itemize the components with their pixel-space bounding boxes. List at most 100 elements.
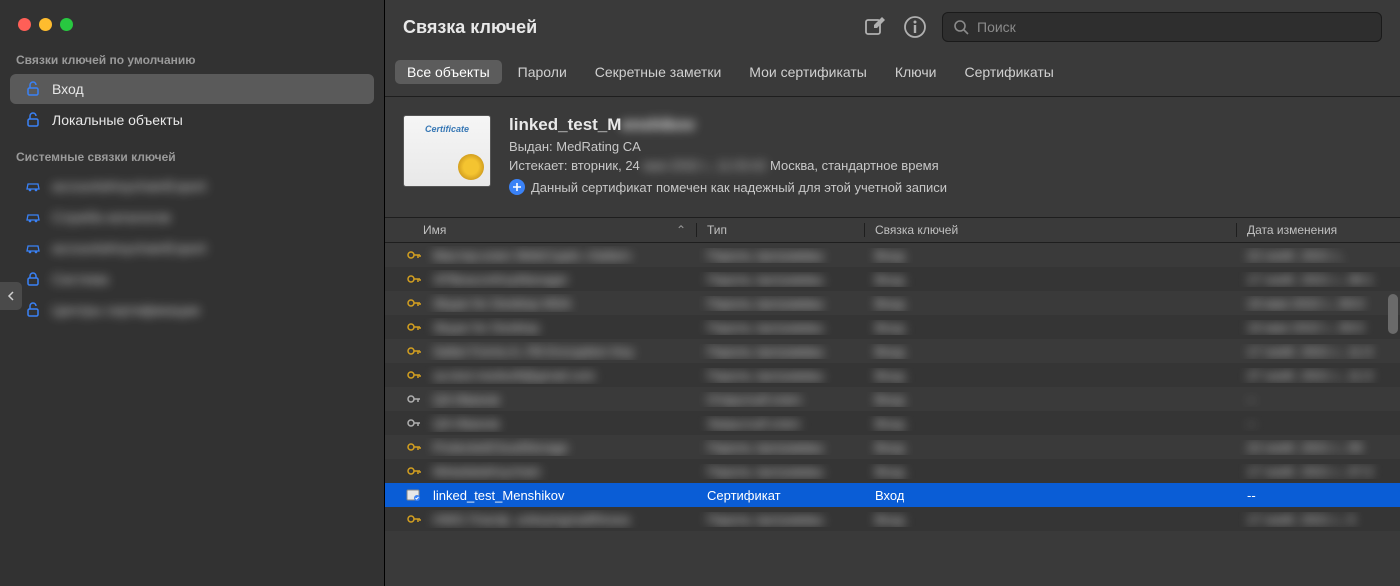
row-date: 27 нояб. 2021 г., 11:3 bbox=[1247, 368, 1372, 383]
row-keychain: Вход bbox=[875, 320, 904, 335]
row-keychain: Вход bbox=[875, 464, 904, 479]
table-row[interactable]: linked_test_MenshikovСертификатВход-- bbox=[385, 483, 1400, 507]
row-type: Закрытый ключ bbox=[707, 416, 800, 431]
privkey-icon bbox=[405, 414, 423, 432]
row-keychain: Вход bbox=[875, 296, 904, 311]
row-date: 19 мая 2022 г., 09:0 bbox=[1247, 320, 1364, 335]
key-icon bbox=[405, 366, 423, 384]
row-type: Пароль программы bbox=[707, 368, 824, 383]
cert-name: linked_test_Menshikov bbox=[509, 115, 947, 135]
row-date: 22 нояб. 2021 г., bbox=[1247, 248, 1344, 263]
sidebar-item-label: Локальные объекты bbox=[52, 112, 183, 128]
table-header: Имя ⌃ Тип Связка ключей Дата изменения bbox=[385, 217, 1400, 243]
row-date: -- bbox=[1247, 392, 1256, 407]
sidebar-item[interactable]: accountsKeychainExport bbox=[10, 233, 374, 263]
key-icon bbox=[405, 438, 423, 456]
sidebar-section-default: Связки ключей по умолчанию bbox=[0, 45, 384, 73]
col-name[interactable]: Имя ⌃ bbox=[385, 223, 697, 237]
sidebar-item-label: Вход bbox=[52, 81, 84, 97]
search-input[interactable] bbox=[977, 19, 1371, 35]
search-field[interactable] bbox=[942, 12, 1382, 42]
col-type[interactable]: Тип bbox=[697, 223, 865, 237]
sidebar-item[interactable]: Вход bbox=[10, 74, 374, 104]
row-type: Пароль программы bbox=[707, 248, 824, 263]
row-date: 17 нояб. 2021 г., 07:2 bbox=[1247, 464, 1373, 479]
table-row[interactable]: XPBeaconKeyManagerПароль программыВход17… bbox=[385, 267, 1400, 291]
table-row[interactable]: HWG Платф. unkeying/saltResea Пароль прог… bbox=[385, 507, 1400, 531]
row-name: MetadataKeychain bbox=[433, 464, 541, 479]
sidebar-item-label: Система bbox=[52, 271, 108, 287]
car-icon bbox=[24, 239, 42, 257]
row-type: Сертификат bbox=[707, 488, 781, 503]
info-icon[interactable] bbox=[902, 14, 928, 40]
sidebar-collapse[interactable] bbox=[0, 282, 22, 310]
window-title: Связка ключей bbox=[403, 17, 848, 38]
row-keychain: Вход bbox=[875, 248, 904, 263]
row-name: XPBeaconKeyManager bbox=[433, 272, 568, 287]
row-date: -- bbox=[1247, 488, 1256, 503]
table-row[interactable]: ProtectedCloudStorageПароль программыВхо… bbox=[385, 435, 1400, 459]
lock-open-icon bbox=[24, 301, 42, 319]
sort-indicator-icon: ⌃ bbox=[676, 223, 686, 237]
sidebar-item[interactable]: Центры сертификации bbox=[10, 295, 374, 325]
table-row[interactable]: Skype for Desktop MSAПароль программыВхо… bbox=[385, 291, 1400, 315]
sidebar-item[interactable]: Служба каталогов bbox=[10, 202, 374, 232]
row-type: Пароль программы bbox=[707, 344, 824, 359]
row-name: QA Иванов bbox=[433, 416, 499, 431]
main-panel: Связка ключей Все объектыПаролиСекретные… bbox=[385, 0, 1400, 586]
row-keychain: Вход bbox=[875, 416, 904, 431]
table-row[interactable]: Мастер-ключ WebCrypto «Safari»Пароль про… bbox=[385, 243, 1400, 267]
cert-trust-status: Данный сертификат помечен как надежный д… bbox=[509, 179, 947, 195]
table-body: Мастер-ключ WebCrypto «Safari»Пароль про… bbox=[385, 243, 1400, 586]
tab[interactable]: Пароли bbox=[506, 60, 579, 84]
row-date: 22 нояб. 2021 г., 09 bbox=[1247, 440, 1362, 455]
table-row[interactable]: Skype for DesktopПароль программыВход19 … bbox=[385, 315, 1400, 339]
certificate-icon bbox=[403, 115, 491, 187]
tab[interactable]: Мои сертификаты bbox=[737, 60, 879, 84]
category-tabs: Все объектыПаролиСекретные заметкиМои се… bbox=[385, 54, 1400, 96]
scrollbar[interactable] bbox=[1388, 294, 1398, 334]
row-keychain: Вход bbox=[875, 344, 904, 359]
key-icon bbox=[405, 318, 423, 336]
sidebar-item[interactable]: Система bbox=[10, 264, 374, 294]
table-row[interactable]: MetadataKeychain Пароль программы Вход 17 н… bbox=[385, 459, 1400, 483]
tab[interactable]: Все объекты bbox=[395, 60, 502, 84]
tab[interactable]: Сертификаты bbox=[952, 60, 1065, 84]
col-modified[interactable]: Дата изменения bbox=[1237, 223, 1400, 237]
close-window[interactable] bbox=[18, 18, 31, 31]
minimize-window[interactable] bbox=[39, 18, 52, 31]
certificate-detail: linked_test_Menshikov Выдан: MedRating C… bbox=[385, 97, 1400, 217]
row-type: Пароль программы bbox=[707, 464, 824, 479]
row-date: 17 нояб. 2021 г., 5 bbox=[1247, 512, 1355, 527]
sidebar-item-label: accountsKeychainExport bbox=[52, 240, 206, 256]
sidebar-item-label: Центры сертификации bbox=[52, 302, 200, 318]
sidebar-item[interactable]: accountsKeychainExport bbox=[10, 171, 374, 201]
row-name: Skype for Desktop bbox=[433, 320, 539, 335]
sidebar-section-system: Системные связки ключей bbox=[0, 142, 384, 170]
sidebar-item[interactable]: Локальные объекты bbox=[10, 105, 374, 135]
sidebar: Связки ключей по умолчанию Вход Локальные… bbox=[0, 0, 385, 586]
row-keychain: Вход bbox=[875, 272, 904, 287]
car-icon bbox=[24, 177, 42, 195]
window-controls bbox=[0, 8, 384, 45]
table-row[interactable]: sa-test-medsoft@gmail.comПароль программ… bbox=[385, 363, 1400, 387]
row-name: HWG Платф. unkeying/saltResea bbox=[433, 512, 630, 527]
table-row[interactable]: QA ИвановЗакрытый ключВход-- bbox=[385, 411, 1400, 435]
key-icon bbox=[405, 294, 423, 312]
table-row[interactable]: Safari Forms A..FB Encryption Key Пароль … bbox=[385, 339, 1400, 363]
row-date: 17 нояб. 2021 г., 11:3 bbox=[1247, 344, 1372, 359]
col-keychain[interactable]: Связка ключей bbox=[865, 223, 1237, 237]
key-icon bbox=[405, 462, 423, 480]
car-icon bbox=[24, 208, 42, 226]
compose-icon[interactable] bbox=[862, 14, 888, 40]
sidebar-item-label: Служба каталогов bbox=[52, 209, 170, 225]
row-type: Открытый ключ bbox=[707, 392, 801, 407]
tab[interactable]: Ключи bbox=[883, 60, 949, 84]
row-name: Safari Forms A..FB Encryption Key bbox=[433, 344, 634, 359]
tab[interactable]: Секретные заметки bbox=[583, 60, 734, 84]
zoom-window[interactable] bbox=[60, 18, 73, 31]
row-type: Пароль программы bbox=[707, 512, 824, 527]
table-row[interactable]: QA ИвановОткрытый ключВход-- bbox=[385, 387, 1400, 411]
chevron-left-icon bbox=[7, 291, 15, 301]
key-icon bbox=[405, 246, 423, 264]
